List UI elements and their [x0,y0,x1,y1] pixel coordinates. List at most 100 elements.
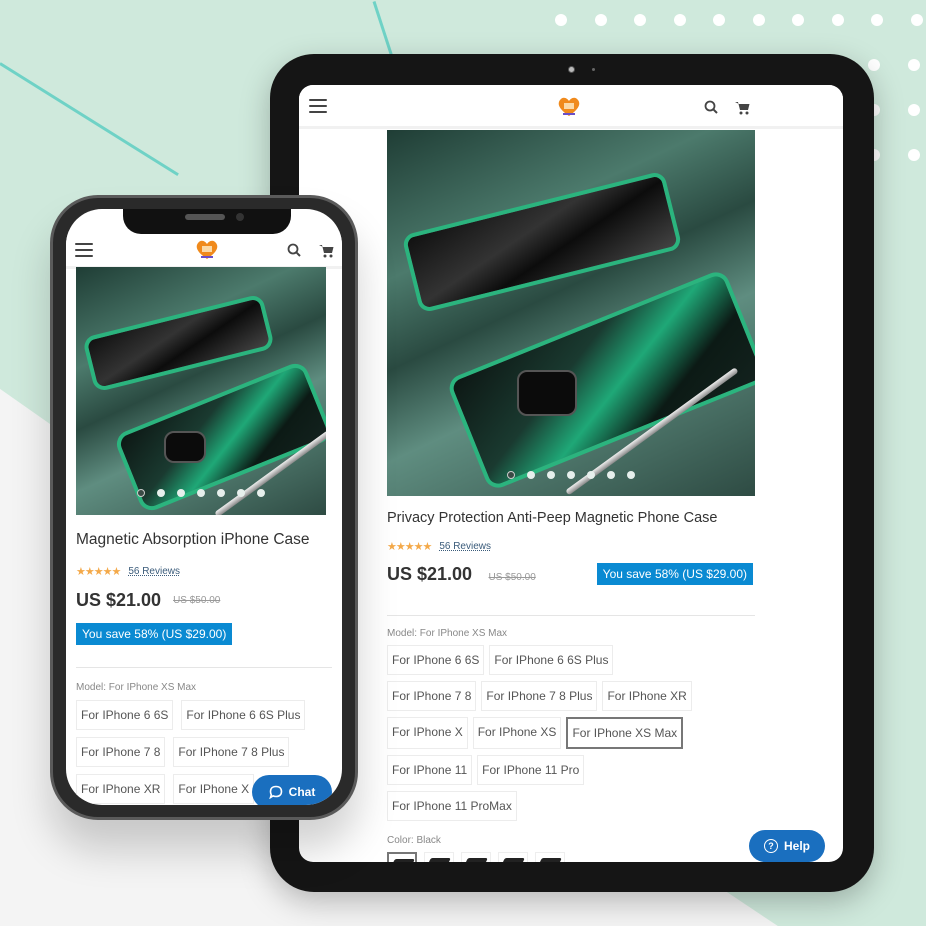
chat-button-label: Chat [288,785,316,799]
tablet-device: Privacy Protection Anti-Peep Magnetic Ph… [270,54,874,892]
swatch-case-top [464,858,488,862]
reviews-link[interactable]: 56 Reviews [439,541,491,552]
model-option[interactable]: For IPhone X [173,774,255,804]
color-swatch[interactable] [387,852,417,862]
hamburger-icon[interactable] [309,99,327,113]
phone-screen: Magnetic Absorption iPhone Case ★★★★★ 56… [66,209,342,805]
reviews-link[interactable]: 56 Reviews [128,566,180,577]
carousel-indicators [76,489,326,497]
carousel-dot[interactable] [257,489,265,497]
product-title: Magnetic Absorption iPhone Case [76,531,310,548]
model-options: For IPhone 6 6S For IPhone 6 6S Plus For I… [387,645,707,821]
carousel-dot[interactable] [177,489,185,497]
original-price: US $50.00 [173,595,221,606]
cart-icon[interactable] [319,244,334,258]
help-button-label: Help [783,839,810,853]
current-price: US $21.00 [387,563,473,584]
model-option[interactable]: For IPhone XR [602,681,692,711]
model-option[interactable]: For IPhone 6 6S [387,645,485,675]
phone-product-content: Magnetic Absorption iPhone Case ★★★★★ 56… [76,267,332,804]
tablet-camera [568,66,575,73]
chat-bubble-icon [268,785,282,799]
star-rating-icons: ★★★★★ [76,566,121,578]
search-icon[interactable] [287,243,301,257]
carousel-dot[interactable] [547,471,555,479]
carousel-dot[interactable] [527,471,535,479]
price-row: US $21.00 US $50.00 You save 58% (US $29… [387,563,755,585]
phone-speaker [185,214,225,220]
model-option[interactable]: For IPhone 6 6S [76,700,174,730]
phone-device: Magnetic Absorption iPhone Case ★★★★★ 56… [50,195,358,820]
carousel-dot[interactable] [507,471,515,479]
tablet-screen: Privacy Protection Anti-Peep Magnetic Ph… [299,85,843,862]
swatch-case-top [427,858,451,862]
swatch-case-top [391,859,415,862]
swatch-case-top [501,858,525,862]
model-option[interactable]: For IPhone XR [76,774,166,804]
carousel-dot[interactable] [567,471,575,479]
carousel-dot[interactable] [217,489,225,497]
carousel-dot[interactable] [237,489,245,497]
model-option[interactable]: For IPhone 7 8 Plus [481,681,598,711]
swatch-case-top [538,858,562,862]
model-option[interactable]: For IPhone 6 6S Plus [181,700,306,730]
color-swatch[interactable] [535,852,565,862]
carousel-indicators [387,471,755,479]
background-dot [713,14,725,26]
star-rating-icons: ★★★★★ [387,541,432,553]
model-option[interactable]: For IPhone 11 [387,755,473,785]
color-swatch[interactable] [424,852,454,862]
divider [76,667,332,668]
help-question-icon: ? [763,839,778,853]
model-option[interactable]: For IPhone 7 8 [76,737,166,767]
logo-icon[interactable] [195,238,219,260]
savings-badge: You save 58% (US $29.00) [76,623,233,645]
product-rating: ★★★★★ 56 Reviews [76,565,332,578]
product-image[interactable] [76,267,326,515]
model-label: Model: For IPhone XS Max [76,682,197,693]
tablet-product-content: Privacy Protection Anti-Peep Magnetic Ph… [387,130,755,862]
model-option[interactable]: For IPhone X [387,717,468,749]
model-option[interactable]: For IPhone 7 8 [387,681,477,711]
color-swatches [387,852,755,862]
carousel-dot[interactable] [157,489,165,497]
carousel-dot[interactable] [627,471,635,479]
logo-icon[interactable] [557,95,581,117]
model-option[interactable]: For IPhone XS Max [566,717,684,749]
background-dot [831,14,844,26]
model-option[interactable]: For IPhone 7 8 Plus [173,737,290,767]
model-option[interactable]: For IPhone 11 Pro [477,755,585,785]
model-option[interactable]: For IPhone 11 ProMax [387,791,517,821]
help-button[interactable]: ? Help [749,830,825,862]
search-icon[interactable] [704,100,718,114]
background-dot [594,14,607,26]
phone-camera [236,213,244,221]
product-image[interactable] [387,130,755,496]
color-swatch[interactable] [498,852,528,862]
cart-icon[interactable] [735,101,750,115]
phone-notch [123,209,291,234]
carousel-dot[interactable] [587,471,595,479]
chat-button[interactable]: Chat [252,775,332,805]
model-label: Model: For IPhone XS Max [387,628,508,639]
hamburger-icon[interactable] [75,243,93,257]
tablet-sensor [592,68,595,71]
model-option[interactable]: For IPhone 6 6S Plus [489,645,614,675]
product-title: Privacy Protection Anti-Peep Magnetic Ph… [387,510,718,526]
carousel-dot[interactable] [607,471,615,479]
color-label: Color: Black [387,835,441,846]
background-dot [908,59,920,71]
current-price: US $21.00 [76,590,162,610]
background-dot [908,104,920,116]
original-price: US $50.00 [488,571,536,583]
carousel-dot[interactable] [197,489,205,497]
background-dot [910,14,923,26]
color-swatch[interactable] [461,852,491,862]
carousel-dot[interactable] [137,489,145,497]
background-dot [555,14,567,26]
background-dot [752,14,765,26]
model-option[interactable]: For IPhone XS [472,717,562,749]
background-dot [634,14,646,26]
divider [387,615,755,616]
phone-header [66,231,342,269]
